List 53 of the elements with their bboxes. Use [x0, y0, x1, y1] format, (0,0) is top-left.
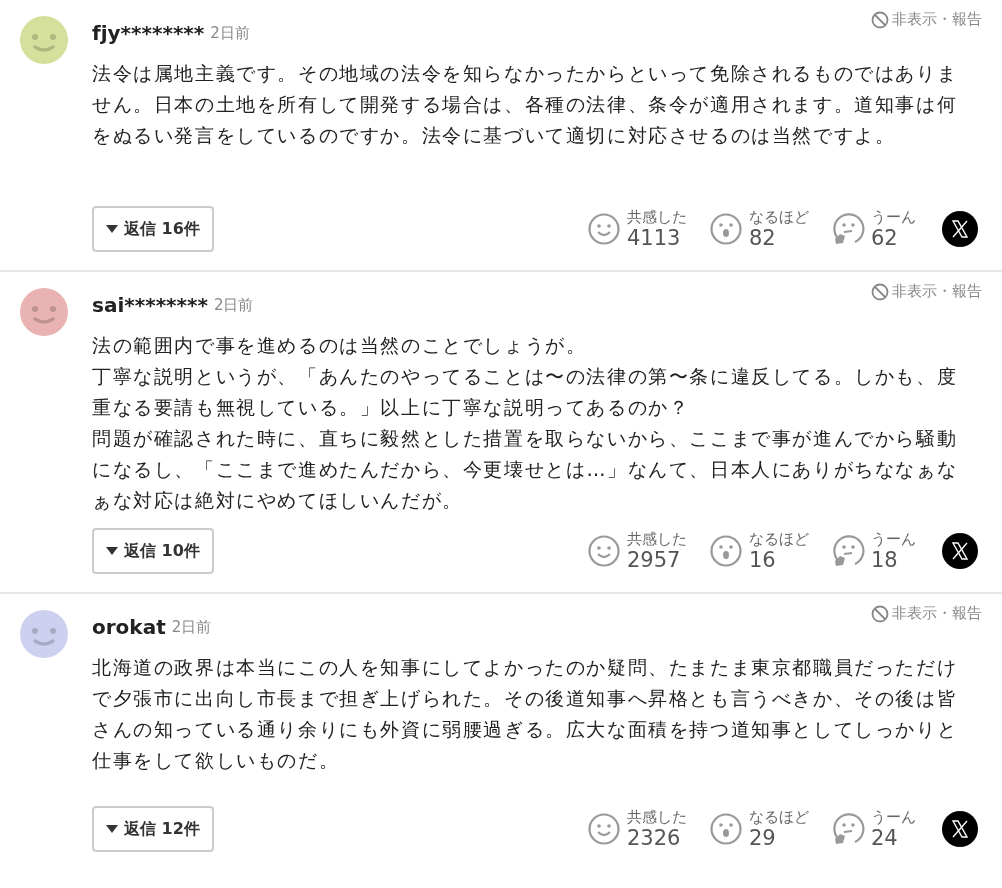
thinking-face-icon[interactable] [831, 212, 865, 246]
comment-text: 法令は属地主義です。その地域の法令を知らなかったからといって免除されるものではありません。日本の土地を所有して開発する場合は、各種の法律、条令が適用されます。道知事は何をぬるい発言をしているのですか。法令に基づいて適切に対応させるのは当然ですよ。 [92, 61, 959, 148]
hide-report-link[interactable]: 非表示・報告 [871, 10, 982, 29]
reaction-label: 共感した [627, 808, 687, 826]
post-time: 2日前 [210, 23, 250, 43]
caret-icon [106, 825, 118, 833]
surprised-face-icon[interactable] [709, 212, 743, 246]
comment-text: 北海道の政界は本当にこの人を知事にしてよかったのか疑問、たまたま東京都職員だっただけで夕張市に出向し市長まで担ぎ上げられた。その後道知事へ昇格とも言うべきか、その後は皆さんの知っている通り余りにも外資に弱腰過ぎる。広大な面積を持つ道知事としてしっかりと仕事をして欲しいものだ。 [92, 655, 959, 773]
block-icon [871, 282, 889, 301]
reaction-count: 16 [749, 548, 776, 572]
reaction-count: 2326 [627, 826, 681, 850]
reaction-label: 共感した [627, 530, 687, 548]
replies-button[interactable]: 返信 10件 [92, 528, 214, 574]
surprised-face-icon[interactable] [709, 812, 743, 846]
block-icon [871, 604, 889, 623]
replies-button[interactable]: 返信 16件 [92, 206, 214, 252]
user-name: orokat [92, 615, 166, 639]
hide-report-link[interactable]: 非表示・報告 [871, 282, 982, 301]
block-icon [871, 10, 889, 29]
post-time: 2日前 [171, 617, 212, 637]
comment-text: 丁寧な説明というが、「あんたのやってることは〜の法律の第〜条に違反してる。しかも、度重なる要請も無視している。」以上に丁寧な説明ってあるのか？ [92, 364, 959, 420]
thinking-face-icon[interactable] [831, 812, 865, 846]
surprised-face-icon[interactable] [709, 534, 743, 568]
x-share-icon[interactable] [942, 811, 978, 847]
reaction-label: 共感した [627, 208, 687, 226]
user-name: fjy******** [92, 21, 205, 45]
smiley-icon[interactable] [587, 212, 621, 246]
post-time: 2日前 [213, 295, 254, 315]
reaction-label: なるほど [749, 530, 809, 548]
reaction-label: うーん [871, 208, 916, 226]
hide-report-link[interactable]: 非表示・報告 [871, 604, 982, 623]
x-share-icon[interactable] [942, 211, 978, 247]
caret-icon [106, 547, 118, 555]
reaction-label: なるほど [749, 208, 809, 226]
reaction-count: 18 [871, 548, 898, 572]
comment-text: 法の範囲内で事を進めるのは当然のことでしょうが。 [92, 333, 588, 358]
reaction-label: うーん [871, 530, 916, 548]
smiley-icon[interactable] [587, 812, 621, 846]
x-share-icon[interactable] [942, 533, 978, 569]
smiley-icon[interactable] [587, 534, 621, 568]
reaction-label: うーん [871, 808, 916, 826]
thinking-face-icon[interactable] [831, 534, 865, 568]
reaction-count: 82 [749, 226, 776, 250]
user-name: sai******** [92, 293, 208, 317]
reaction-count: 2957 [627, 548, 681, 572]
caret-icon [106, 225, 118, 233]
reaction-count: 4113 [627, 226, 681, 250]
reaction-label: なるほど [749, 808, 809, 826]
reaction-count: 62 [871, 226, 898, 250]
reaction-count: 29 [749, 826, 776, 850]
reaction-count: 24 [871, 826, 898, 850]
replies-button[interactable]: 返信 12件 [92, 806, 214, 852]
comment-text: 問題が確認された時に、直ちに毅然とした措置を取らないから、ここまで事が進んでから騒動になるし、「ここまで進めたんだから、今更壊せとは…」なんて、日本人にありがちななぁなぁな対応は絶対にやめてほしいんだが。 [92, 426, 959, 513]
